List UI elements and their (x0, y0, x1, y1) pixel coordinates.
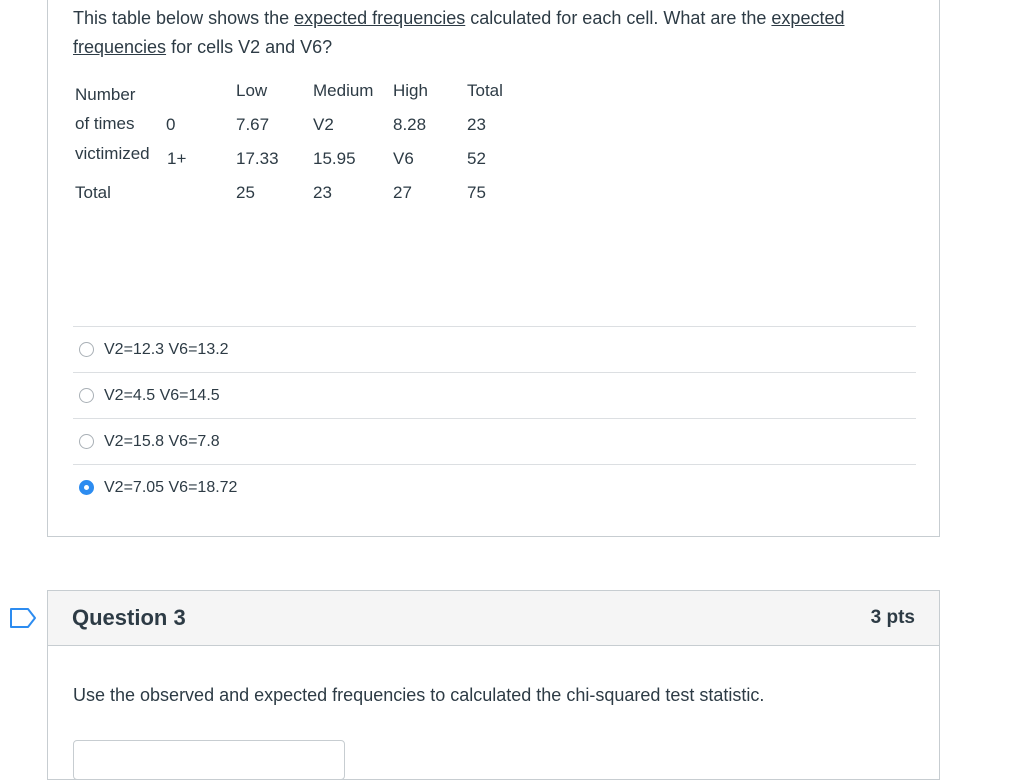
answer-option[interactable]: V2=12.3 V6=13.2 (73, 326, 916, 372)
answer-option-selected[interactable]: V2=7.05 V6=18.72 (73, 464, 916, 510)
table-cell: 8.28 (393, 115, 427, 134)
column-header: Total (467, 81, 503, 100)
row-label: 1+ (167, 149, 187, 168)
radio-button[interactable] (79, 388, 94, 403)
question-header: Question 3 3 pts (48, 591, 939, 646)
question-text-part: calculated for each cell. What are the (465, 8, 772, 28)
table-cell: 75 (467, 183, 486, 202)
row-header-line: Number (75, 85, 136, 104)
column-header: Low (236, 81, 268, 100)
table-cell: V6 (393, 149, 414, 168)
question-title: Question 3 (72, 605, 186, 630)
answer-input[interactable] (73, 740, 345, 780)
table-cell: 52 (467, 149, 486, 168)
row-header-line: victimized (75, 144, 150, 163)
table-cell: 17.33 (236, 149, 279, 168)
radio-button[interactable] (79, 342, 94, 357)
row-label: Total (75, 183, 111, 202)
row-header-line: of times (75, 114, 135, 133)
table-cell: 23 (313, 183, 332, 202)
question-2-text: This table below shows the expected freq… (73, 4, 923, 62)
question-3-text: Use the observed and expected frequencie… (73, 685, 765, 705)
table-cell: 15.95 (313, 149, 356, 168)
radio-button-selected[interactable] (79, 480, 94, 495)
answer-label: V2=7.05 V6=18.72 (104, 478, 238, 496)
answer-option[interactable]: V2=4.5 V6=14.5 (73, 372, 916, 418)
answer-label: V2=15.8 V6=7.8 (104, 432, 220, 450)
table-cell: 23 (467, 115, 486, 134)
column-header: High (393, 81, 428, 100)
answer-label: V2=12.3 V6=13.2 (104, 340, 229, 358)
question-3-panel: Question 3 3 pts Use the observed and ex… (47, 590, 940, 780)
radio-dot (84, 485, 89, 490)
question-text-underlined: expected frequencies (294, 8, 466, 28)
row-label: 0 (166, 115, 176, 134)
radio-button[interactable] (79, 434, 94, 449)
table-cell: 7.67 (236, 115, 270, 134)
column-header: Medium (313, 81, 374, 100)
question-points: 3 pts (870, 607, 915, 628)
question-2-panel: This table below shows the expected freq… (47, 0, 940, 537)
table-cell: 27 (393, 183, 412, 202)
bookmark-flag-icon[interactable] (9, 607, 37, 629)
table-cell: 25 (236, 183, 255, 202)
answer-label: V2=4.5 V6=14.5 (104, 386, 220, 404)
table-cell: V2 (313, 115, 334, 134)
question-text-part: for cells V2 and V6? (166, 37, 333, 57)
question-text-part: This table below shows the (73, 8, 295, 28)
answer-list: V2=12.3 V6=13.2 V2=4.5 V6=14.5 V2=15.8 V… (73, 326, 916, 510)
answer-option[interactable]: V2=15.8 V6=7.8 (73, 418, 916, 464)
